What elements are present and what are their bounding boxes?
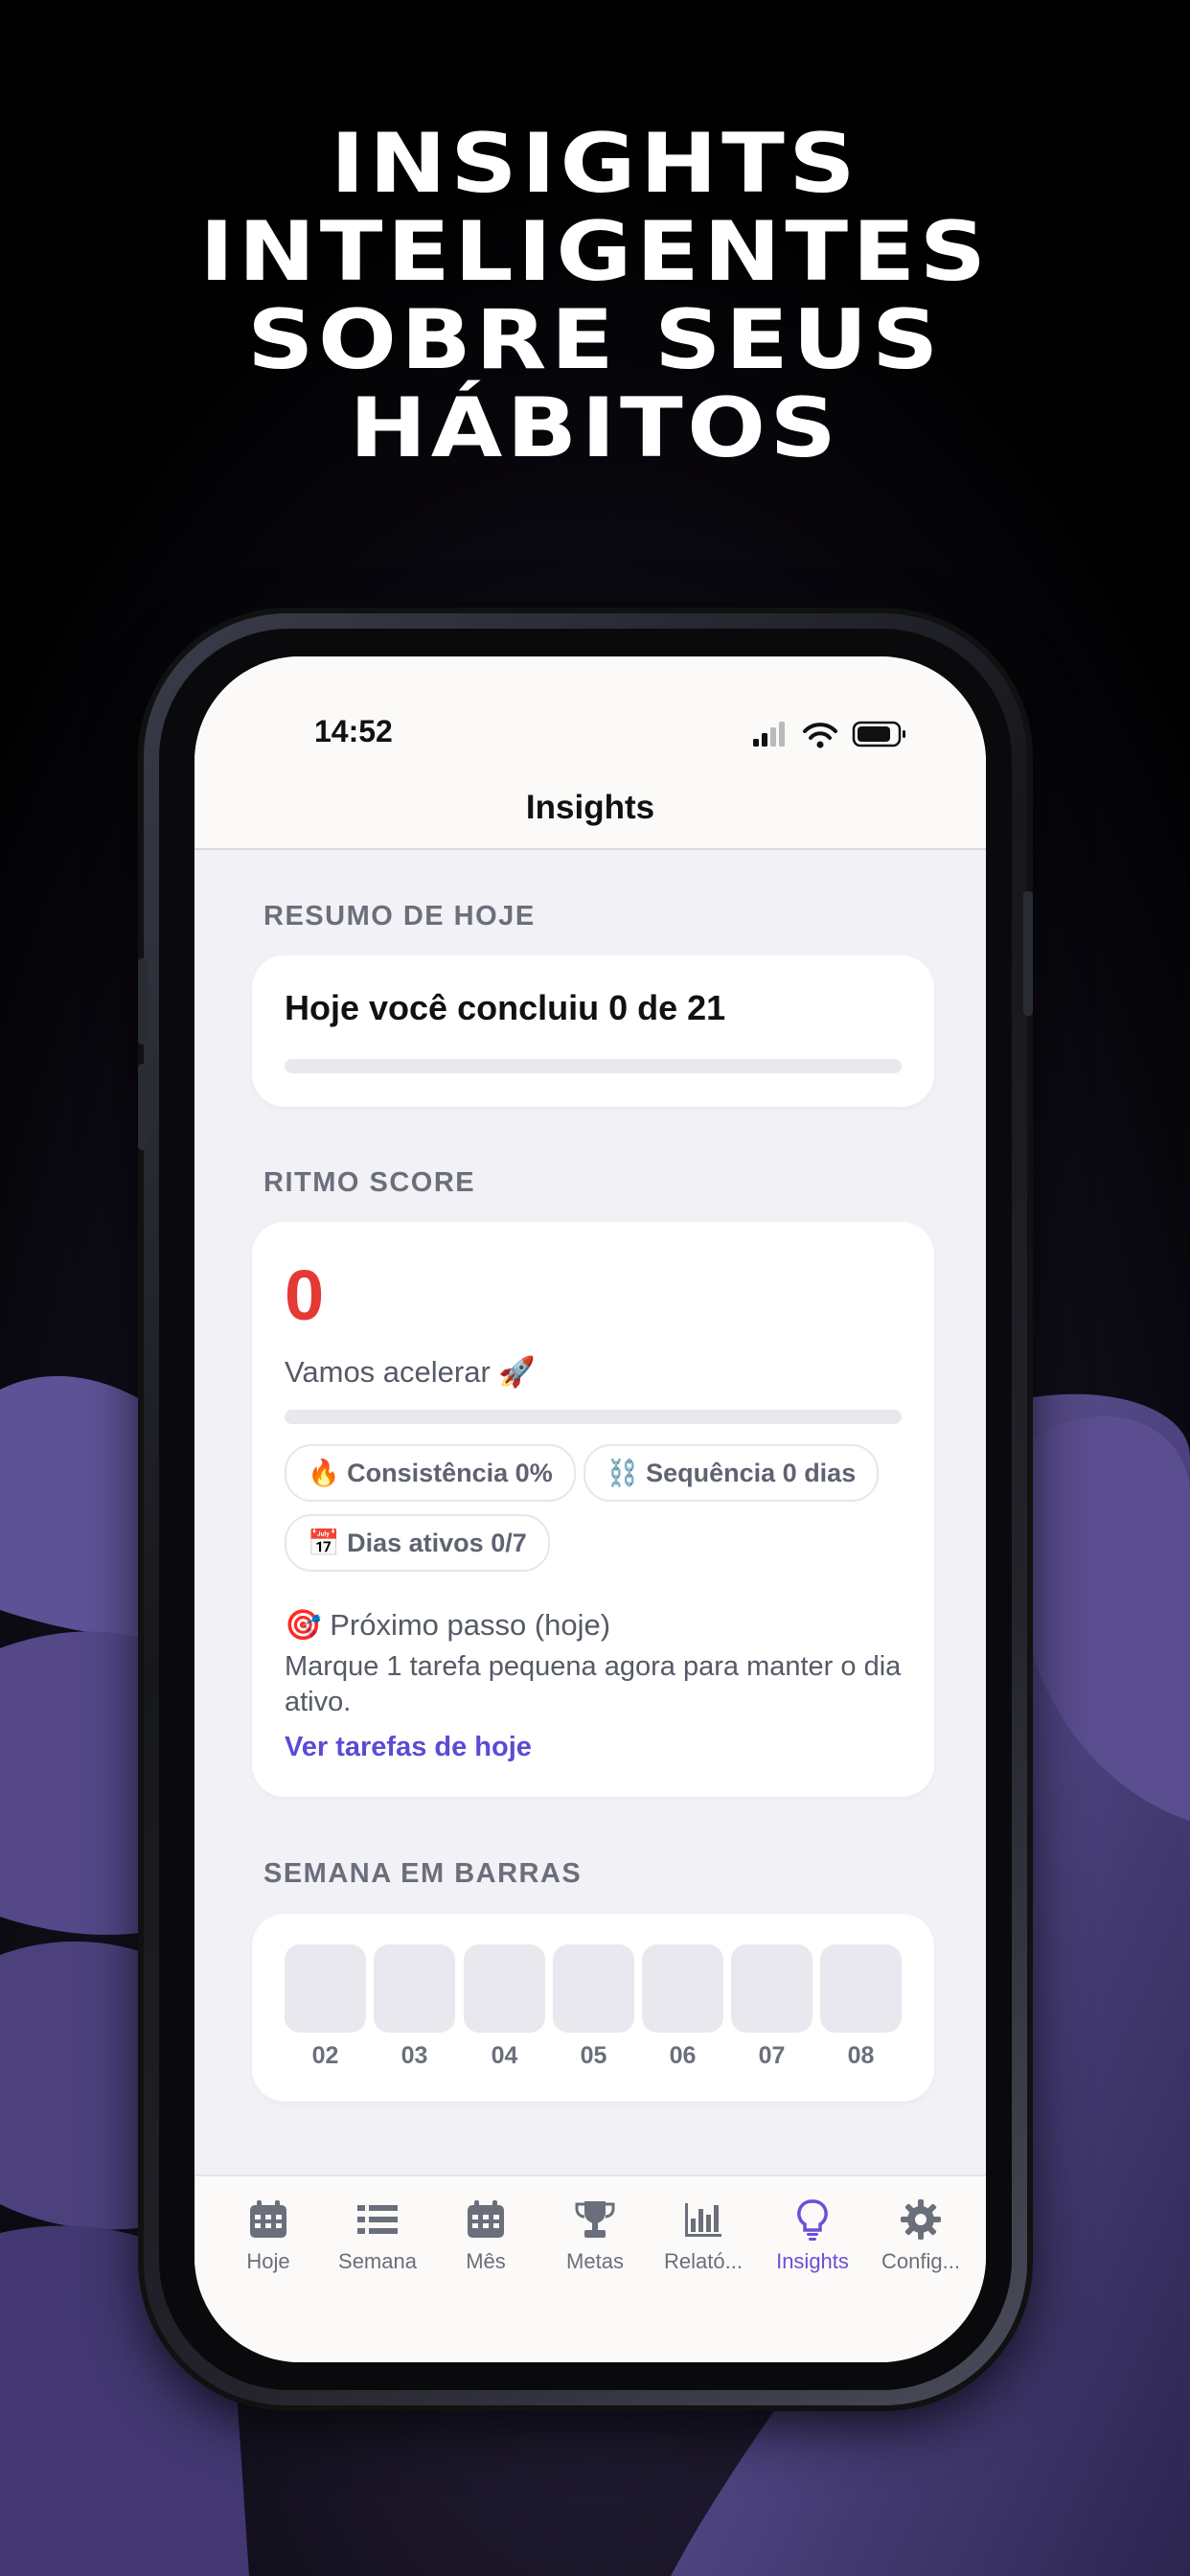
week-bar bbox=[464, 1944, 545, 2033]
week-bar bbox=[820, 1944, 902, 2033]
tab-label: Semana bbox=[338, 2249, 417, 2273]
page-title: Insights bbox=[525, 789, 655, 826]
week-bar bbox=[285, 1944, 366, 2033]
tab-bar: Hoje Semana Mês Metas Relató... Insights… bbox=[195, 2174, 986, 2362]
week-bar bbox=[731, 1944, 812, 2033]
battery-icon bbox=[852, 721, 905, 748]
wifi-icon bbox=[803, 723, 837, 748]
ritmo-message: Vamos acelerar 🚀 bbox=[285, 1355, 537, 1389]
summary-card: Hoje você concluiu 0 de 21 bbox=[252, 955, 934, 1107]
ritmo-progress-bar bbox=[285, 1410, 902, 1424]
week-card: 02 03 04 05 06 07 08 bbox=[252, 1914, 934, 2102]
chip-consistency: 🔥 Consistência 0% bbox=[285, 1444, 576, 1502]
week-bar bbox=[642, 1944, 723, 2033]
week-bar-label: 04 bbox=[491, 2042, 518, 2069]
summary-progress-bar bbox=[285, 1059, 902, 1073]
ritmo-card: 0 Vamos acelerar 🚀 🔥 Consistência 0% ⛓️ … bbox=[252, 1222, 934, 1797]
next-step-body: Marque 1 tarefa pequena agora para mante… bbox=[285, 1651, 902, 1717]
section-label-summary: RESUMO DE HOJE bbox=[263, 901, 536, 932]
tab-config[interactable]: Config... bbox=[868, 2197, 973, 2274]
week-bar-label: 03 bbox=[400, 2042, 428, 2069]
tab-mes[interactable]: Mês bbox=[433, 2197, 538, 2274]
tab-label: Mês bbox=[466, 2249, 506, 2273]
calendar-icon bbox=[250, 2200, 286, 2238]
section-label-ritmo: RITMO SCORE bbox=[263, 1167, 476, 1198]
tab-label: Relató... bbox=[664, 2249, 743, 2273]
list-icon bbox=[357, 2205, 398, 2234]
week-bar-label: 06 bbox=[669, 2042, 697, 2069]
week-bar-label: 07 bbox=[758, 2042, 786, 2069]
chip-active-days: 📅 Dias ativos 0/7 bbox=[285, 1514, 550, 1572]
status-icons bbox=[753, 721, 905, 748]
tab-semana[interactable]: Semana bbox=[325, 2197, 430, 2274]
tab-metas[interactable]: Metas bbox=[542, 2197, 648, 2274]
tab-label: Metas bbox=[566, 2249, 624, 2273]
next-step-title: 🎯 Próximo passo (hoje) bbox=[285, 1608, 611, 1642]
nav-bar: Insights bbox=[195, 771, 986, 850]
chip-streak: ⛓️ Sequência 0 dias bbox=[584, 1444, 880, 1502]
section-label-week: SEMANA EM BARRAS bbox=[263, 1858, 583, 1889]
calendar-month-icon bbox=[468, 2200, 504, 2238]
tab-label: Config... bbox=[881, 2249, 960, 2273]
tab-relatorios[interactable]: Relató... bbox=[651, 2197, 756, 2274]
cellular-signal-icon bbox=[753, 722, 785, 747]
view-today-tasks-link[interactable]: Ver tarefas de hoje bbox=[285, 1732, 532, 1763]
lightbulb-icon bbox=[797, 2199, 828, 2241]
week-bar-label: 02 bbox=[311, 2042, 339, 2069]
status-time: 14:52 bbox=[314, 714, 393, 748]
status-bar: 14:52 bbox=[195, 656, 986, 771]
tab-insights[interactable]: Insights bbox=[760, 2197, 865, 2274]
volume-button bbox=[138, 958, 148, 1045]
trophy-icon bbox=[575, 2201, 615, 2238]
gear-icon bbox=[901, 2199, 941, 2240]
week-bar bbox=[553, 1944, 634, 2033]
summary-text: Hoje você concluiu 0 de 21 bbox=[285, 988, 726, 1027]
ritmo-score-value: 0 bbox=[285, 1255, 325, 1335]
tab-hoje[interactable]: Hoje bbox=[216, 2197, 321, 2274]
bar-chart-icon bbox=[685, 2203, 721, 2237]
volume-button bbox=[138, 1064, 148, 1150]
week-bar bbox=[374, 1944, 455, 2033]
week-bar-label: 05 bbox=[580, 2042, 607, 2069]
tab-label: Hoje bbox=[246, 2249, 290, 2273]
app-screen: 14:52 Insights RESUMO DE HOJE Hoje você … bbox=[195, 656, 986, 2362]
week-bar-label: 08 bbox=[847, 2042, 875, 2069]
side-button bbox=[1023, 891, 1033, 1016]
tab-label: Insights bbox=[776, 2249, 849, 2273]
